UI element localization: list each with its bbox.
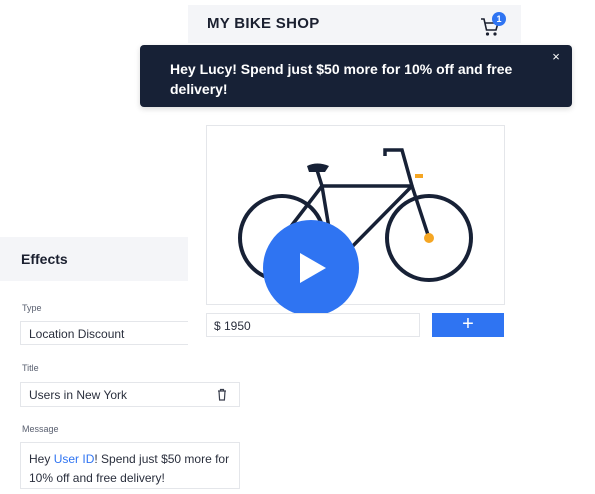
message-label: Message	[22, 424, 59, 434]
product-image	[206, 125, 505, 316]
message-textarea[interactable]: Hey User ID! Spend just $50 more for 10%…	[20, 442, 240, 489]
title-label: Title	[22, 363, 39, 373]
trash-icon[interactable]	[216, 388, 228, 401]
type-label: Type	[22, 303, 42, 313]
message-prefix: Hey	[29, 452, 54, 466]
title-value: Users in New York	[29, 388, 128, 402]
shop-header: MY BIKE SHOP 1	[188, 5, 521, 43]
shop-title: MY BIKE SHOP	[207, 15, 320, 32]
type-select[interactable]: Location Discount	[20, 321, 195, 345]
play-video-button[interactable]	[263, 220, 359, 316]
effects-title: Effects	[21, 251, 68, 267]
price-field: $ 1950	[206, 313, 420, 337]
user-id-token[interactable]: User ID	[54, 452, 95, 466]
promo-toast: Hey Lucy! Spend just $50 more for 10% of…	[140, 45, 572, 107]
effects-header: Effects	[0, 237, 195, 281]
play-icon	[300, 253, 326, 283]
plus-icon: +	[462, 313, 474, 335]
title-input[interactable]: Users in New York	[20, 382, 240, 407]
type-value: Location Discount	[29, 327, 125, 341]
close-icon[interactable]: ×	[550, 50, 562, 63]
add-to-cart-button[interactable]: +	[432, 313, 504, 337]
toast-message: Hey Lucy! Spend just $50 more for 10% of…	[170, 61, 513, 97]
cart-count-badge: 1	[492, 12, 506, 26]
message-text: Hey User ID! Spend just $50 more for 10%…	[29, 450, 241, 488]
